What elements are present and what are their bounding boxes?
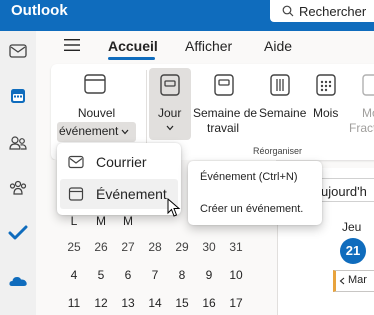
calendar-add-icon [84,74,106,94]
calendar-day[interactable]: 11 [63,296,85,310]
app-title[interactable]: Outlook [11,2,68,19]
tab-afficher[interactable]: Afficher [185,38,232,54]
submenu-item-event-shortcut[interactable]: Événement (Ctrl+N) [200,171,298,183]
partial-label-2: Fract [349,121,374,135]
groups-icon[interactable] [8,178,28,198]
calendar-icon[interactable] [8,86,28,106]
search-icon [282,5,294,17]
tab-aide[interactable]: Aide [264,38,292,54]
weekday-header: L [70,214,78,228]
month-view-label: Mois [313,106,339,120]
weekday-header: M [96,214,106,228]
calendar-day[interactable]: 16 [198,296,220,310]
calendar-day[interactable]: 8 [171,268,193,282]
search-box[interactable]: Rechercher [270,0,374,22]
tab-accueil[interactable]: Accueil [108,38,158,54]
work-week-icon[interactable] [212,73,236,97]
chevron-left-icon [339,277,345,285]
menu-icon[interactable] [64,38,80,52]
new-event-label-line2: événement [59,124,119,138]
menu-item-event[interactable]: Événement [60,179,178,209]
calendar-day[interactable]: 4 [63,268,85,282]
calendar-day[interactable]: 5 [90,268,112,282]
calendar-day[interactable]: 9 [198,268,220,282]
calendar-day[interactable]: 30 [198,240,220,254]
day-view-icon [160,74,180,96]
event-strip[interactable]: Mar [333,270,374,292]
todo-icon[interactable] [8,223,28,243]
mouse-cursor-icon [167,198,181,217]
ribbon-separator [146,70,147,146]
week-view-icon[interactable] [268,73,292,97]
calendar-day[interactable]: 15 [171,296,193,310]
top-bar: Outlook Rechercher [0,0,374,31]
week-view-label: Semaine [259,106,307,120]
month-view-icon[interactable] [314,73,338,97]
calendar-day[interactable]: 13 [117,296,139,310]
active-tab-indicator [108,57,155,60]
new-event-label-line1: Nouvel [77,106,116,120]
onedrive-icon[interactable] [8,271,28,291]
calendar-day[interactable]: 17 [225,296,247,310]
menu-item-label: Événement [96,186,167,202]
new-item-menu: Courrier Événement [57,143,181,215]
app-rail [0,31,36,315]
calendar-day[interactable]: 6 [117,268,139,282]
ribbon-group-label: Réorganiser [253,146,303,156]
calendar-event-icon [68,187,84,201]
event-strip-label: Mar [348,274,367,286]
mail-icon[interactable] [8,41,28,61]
calendar-day[interactable]: 25 [63,240,85,254]
calendar-day[interactable]: 14 [144,296,166,310]
split-view-icon[interactable] [360,73,374,97]
calendar-day[interactable]: 7 [144,268,166,282]
calendar-day[interactable]: 12 [90,296,112,310]
chevron-down-icon [166,125,174,131]
submenu-item-create-event[interactable]: Créer un événement. [200,203,303,215]
weekday-header: M [123,214,133,228]
partial-label-1: Mo [362,106,374,120]
mail-icon [68,155,84,169]
calendar-day[interactable]: 29 [171,240,193,254]
today-label: ujourd'h [321,184,367,199]
calendar-day[interactable]: 26 [90,240,112,254]
search-label: Rechercher [299,4,367,19]
current-date[interactable]: 21 [340,238,366,264]
new-event-dropdown[interactable]: événement [57,122,136,142]
day-view-label: Jour [158,106,182,120]
work-week-label-line1[interactable]: Semaine de [193,106,257,120]
calendar-day[interactable]: 10 [225,268,247,282]
calendar-day[interactable]: 28 [144,240,166,254]
menu-item-mail[interactable]: Courrier [60,147,178,177]
calendar-day[interactable]: 31 [225,240,247,254]
event-submenu: Événement (Ctrl+N) Créer un événement. [188,161,322,225]
work-week-label-line2: travail [207,121,240,135]
chevron-down-icon [121,129,129,135]
day-of-week: Jeu [342,220,362,234]
new-event-button[interactable]: Nouvel événement [57,68,136,143]
people-icon[interactable] [8,133,28,153]
menu-item-label: Courrier [96,154,147,170]
calendar-day[interactable]: 27 [117,240,139,254]
